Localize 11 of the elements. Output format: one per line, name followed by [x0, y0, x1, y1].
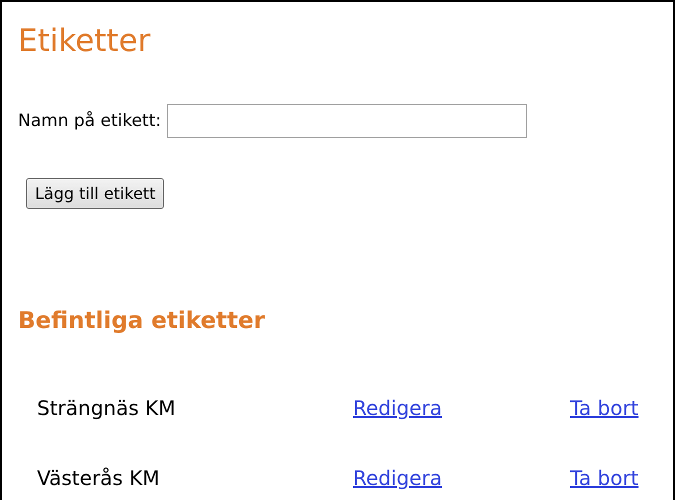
delete-link[interactable]: Ta bort: [570, 396, 639, 420]
delete-link[interactable]: Ta bort: [570, 466, 639, 490]
edit-link[interactable]: Redigera: [353, 396, 442, 420]
label-name: Västerås KM: [37, 466, 161, 490]
page-title: Etiketter: [18, 22, 152, 61]
label-name-input[interactable]: [167, 104, 528, 138]
label-name-label: Namn på etikett:: [18, 111, 162, 132]
section-heading: Befintliga etiketter: [18, 308, 266, 334]
add-label-button[interactable]: Lägg till etikett: [26, 178, 164, 210]
edit-link[interactable]: Redigera: [353, 466, 442, 490]
label-name: Strängnäs KM: [37, 396, 176, 420]
